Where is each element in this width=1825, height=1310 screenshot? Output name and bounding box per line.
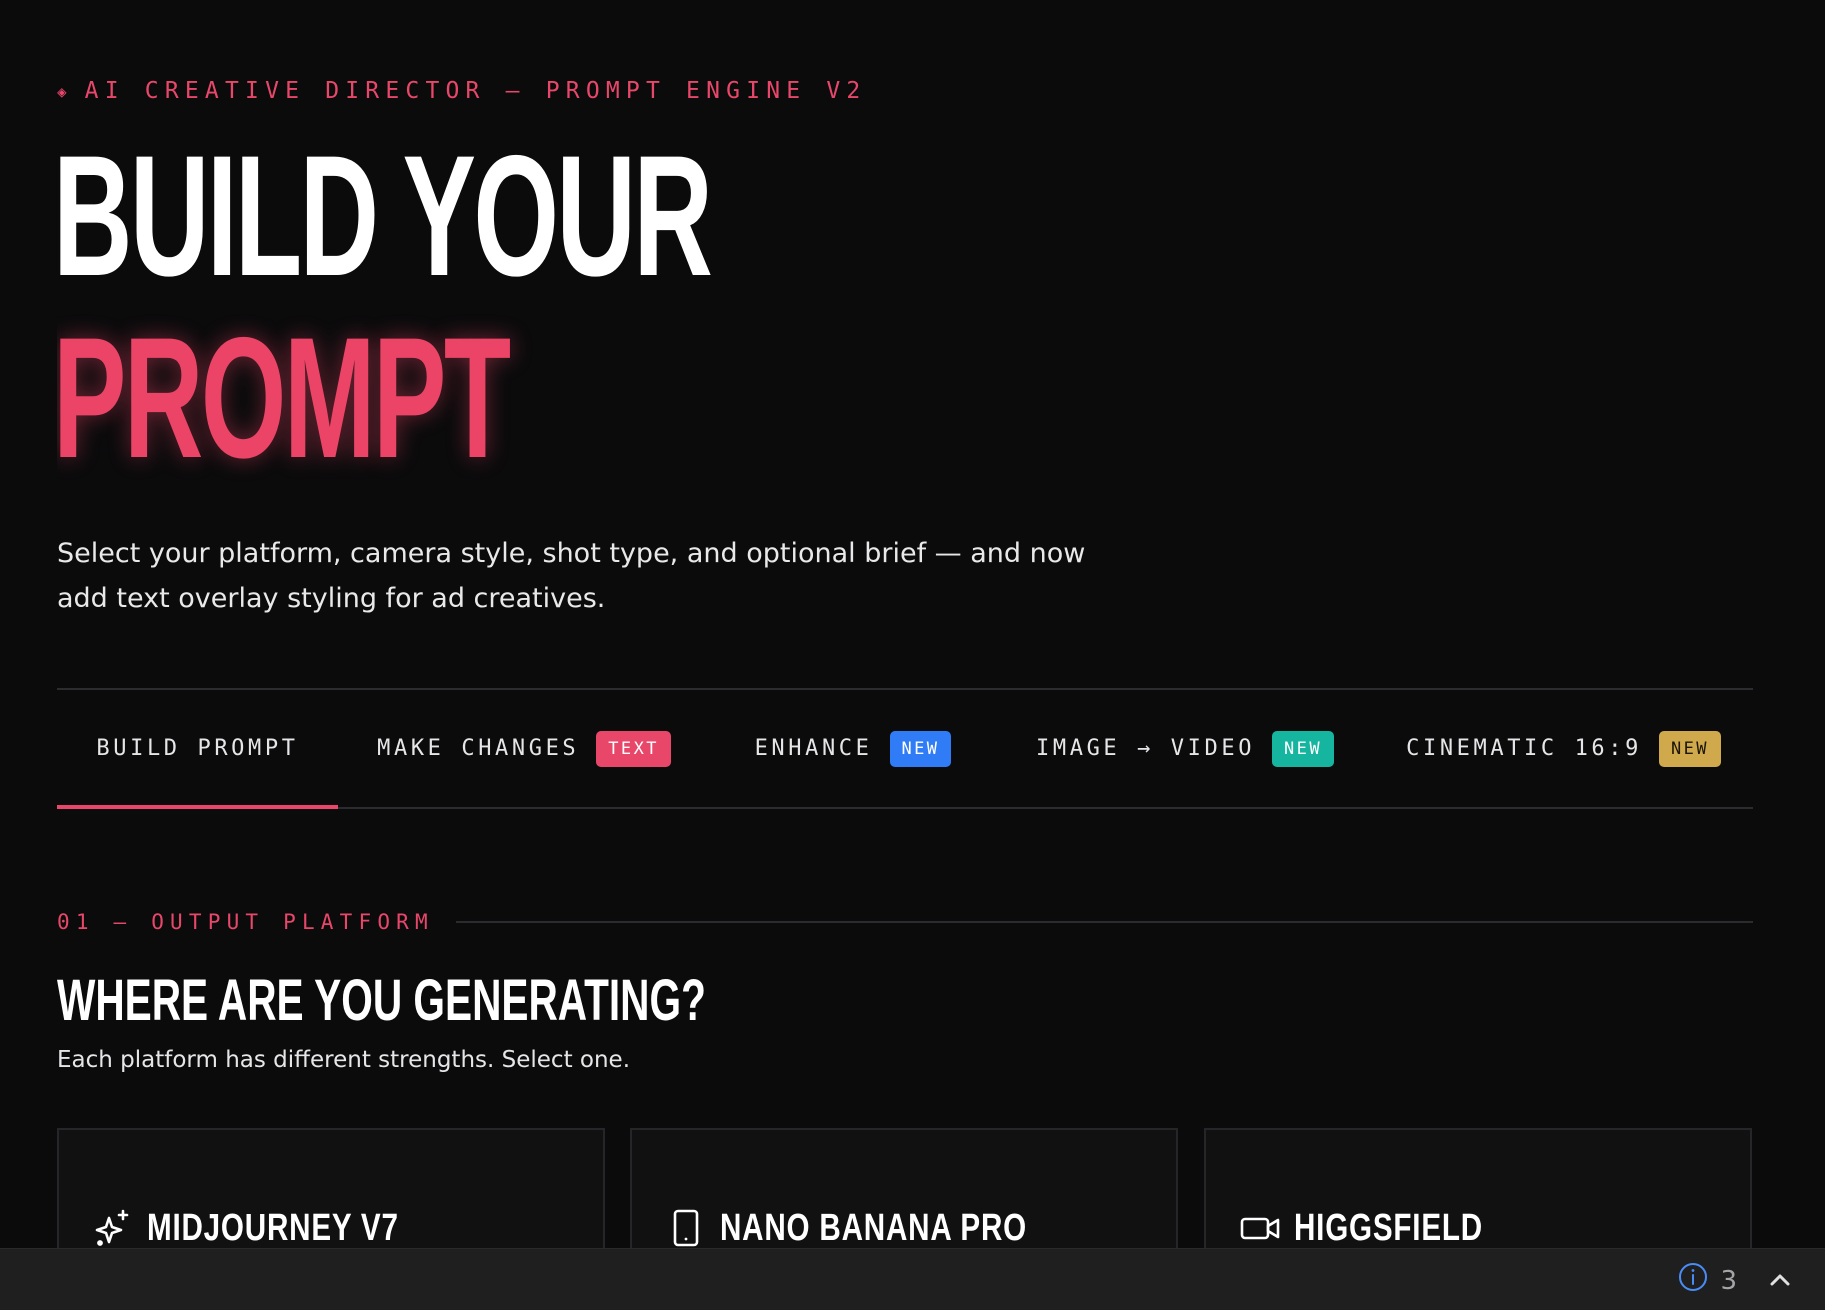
page-title: BUILD YOUR PROMPT	[57, 120, 713, 494]
eyebrow: ◈ AI CREATIVE DIRECTOR — PROMPT ENGINE V…	[57, 78, 866, 104]
tab-badge-new: NEW	[1658, 730, 1721, 767]
platform-card-title: MIDJOURNEY V7	[147, 1207, 399, 1248]
platform-card-title: HIGGSFIELD	[1294, 1207, 1483, 1248]
tab-make-changes[interactable]: MAKE CHANGES TEXT	[338, 690, 710, 807]
bottom-status-bar: 3	[0, 1248, 1825, 1310]
section-divider	[455, 921, 1753, 923]
phone-icon	[666, 1208, 706, 1248]
diamond-icon: ◈	[57, 81, 67, 101]
eyebrow-text: AI CREATIVE DIRECTOR — PROMPT ENGINE V2	[84, 78, 867, 104]
section-label: 01 — OUTPUT PLATFORM	[57, 910, 1753, 934]
info-count: 3	[1720, 1265, 1737, 1296]
tab-image-to-video[interactable]: IMAGE → VIDEO NEW	[996, 690, 1374, 807]
tab-cinematic-16-9[interactable]: CINEMATIC 16:9 NEW	[1374, 690, 1753, 807]
tab-build-prompt[interactable]: BUILD PROMPT	[57, 690, 338, 809]
platform-card-header: MIDJOURNEY V7	[93, 1206, 470, 1248]
section-label-text: 01 — OUTPUT PLATFORM	[57, 910, 434, 934]
tab-badge-text: TEXT	[596, 730, 671, 767]
platform-card-nano-banana-pro[interactable]: NANO BANANA PRO	[630, 1128, 1178, 1248]
tab-badge-new: NEW	[889, 730, 952, 767]
platform-card-title: NANO BANANA PRO	[720, 1207, 1028, 1248]
tab-label: IMAGE → VIDEO	[1036, 736, 1256, 761]
tab-enhance[interactable]: ENHANCE NEW	[710, 690, 996, 807]
tab-badge-new: NEW	[1272, 730, 1334, 767]
chevron-up-icon[interactable]	[1767, 1267, 1793, 1293]
section-subtitle: Each platform has different strengths. S…	[57, 1047, 631, 1073]
tab-label: MAKE CHANGES	[377, 736, 580, 761]
platform-card-midjourney[interactable]: MIDJOURNEY V7	[57, 1128, 605, 1248]
info-indicator[interactable]: 3	[1678, 1262, 1737, 1299]
platform-card-header: NANO BANANA PRO	[666, 1206, 1114, 1248]
video-camera-icon	[1240, 1208, 1280, 1248]
tab-label: CINEMATIC 16:9	[1406, 736, 1642, 761]
info-icon	[1678, 1262, 1708, 1299]
section-title: WHERE ARE YOU GENERATING?	[57, 968, 706, 1033]
tab-label: ENHANCE	[754, 736, 873, 761]
page-title-line1: BUILD YOUR	[57, 120, 713, 312]
tab-bar: BUILD PROMPT MAKE CHANGES TEXT ENHANCE N…	[57, 688, 1753, 809]
tab-label: BUILD PROMPT	[96, 736, 299, 761]
platform-card-higgsfield[interactable]: HIGGSFIELD	[1204, 1128, 1752, 1248]
page-title-line2: PROMPT	[57, 302, 511, 494]
sparkles-icon	[93, 1208, 133, 1248]
platform-card-header: HIGGSFIELD	[1240, 1206, 1536, 1248]
platform-list: MIDJOURNEY V7 NANO BANANA PRO HIGGSFIELD	[57, 1128, 1753, 1248]
prompt-builder-page: ◈ AI CREATIVE DIRECTOR — PROMPT ENGINE V…	[57, 0, 1753, 1248]
page-description: Select your platform, camera style, shot…	[57, 538, 1086, 614]
